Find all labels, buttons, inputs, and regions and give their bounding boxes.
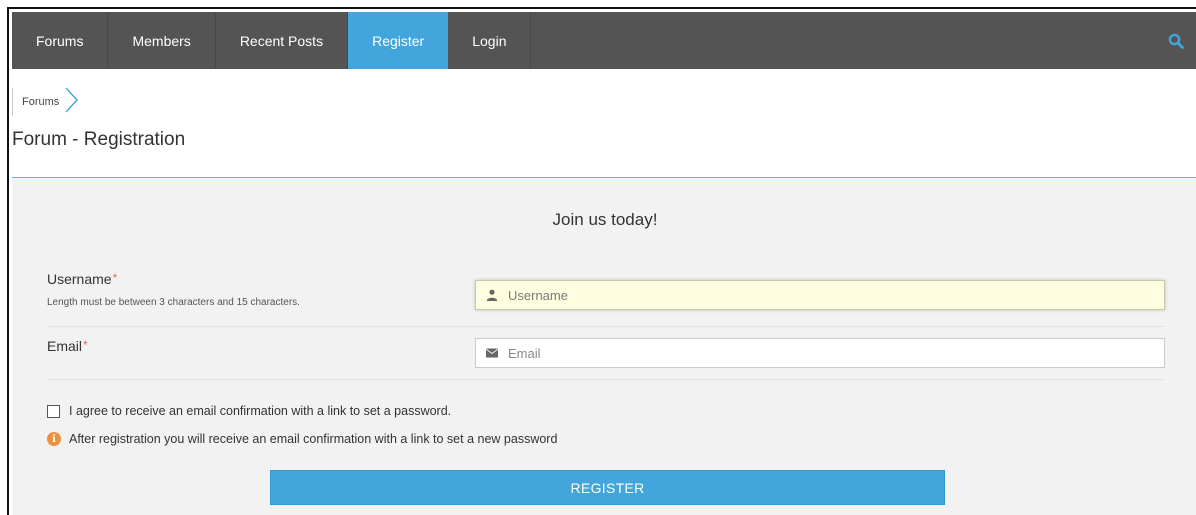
breadcrumb-item-forums[interactable]: Forums — [12, 88, 67, 116]
row-divider — [47, 379, 1165, 380]
email-input[interactable] — [508, 345, 1164, 361]
username-label: Username* — [47, 271, 117, 287]
nav-forums[interactable]: Forums — [12, 12, 109, 69]
register-button[interactable]: REGISTER — [270, 470, 945, 505]
info-icon: i — [47, 432, 61, 446]
username-hint: Length must be between 3 characters and … — [47, 297, 300, 308]
row-divider — [47, 326, 1165, 327]
nav-login[interactable]: Login — [448, 12, 532, 69]
page-frame: Forums Members Recent Posts Register Log… — [7, 7, 1196, 515]
top-navbar: Forums Members Recent Posts Register Log… — [12, 12, 1196, 69]
form-heading: Join us today! — [552, 210, 658, 229]
required-marker: * — [112, 271, 118, 285]
required-marker: * — [83, 338, 88, 352]
agree-checkbox[interactable] — [47, 404, 60, 418]
registration-form: Join us today! Username* Length must be … — [12, 178, 1196, 515]
email-label: Email* — [47, 338, 88, 354]
username-label-text: Username — [47, 271, 112, 287]
username-field[interactable] — [475, 280, 1165, 310]
user-icon — [486, 288, 500, 302]
email-field[interactable] — [475, 338, 1165, 368]
envelope-icon — [486, 346, 500, 360]
chevron-right-icon — [65, 85, 79, 120]
info-text: After registration you will receive an e… — [69, 432, 558, 446]
nav-recent-posts[interactable]: Recent Posts — [216, 12, 349, 69]
nav-members[interactable]: Members — [108, 12, 216, 69]
email-label-text: Email — [47, 338, 83, 354]
nav-register[interactable]: Register — [348, 12, 449, 69]
username-input[interactable] — [508, 287, 1164, 303]
page-title: Forum - Registration — [12, 129, 186, 150]
search-icon[interactable] — [1156, 12, 1196, 69]
agree-row: I agree to receive an email confirmation… — [47, 404, 451, 418]
info-notice: i After registration you will receive an… — [47, 432, 557, 446]
agree-label[interactable]: I agree to receive an email confirmation… — [69, 404, 451, 418]
breadcrumb: Forums — [12, 87, 79, 117]
